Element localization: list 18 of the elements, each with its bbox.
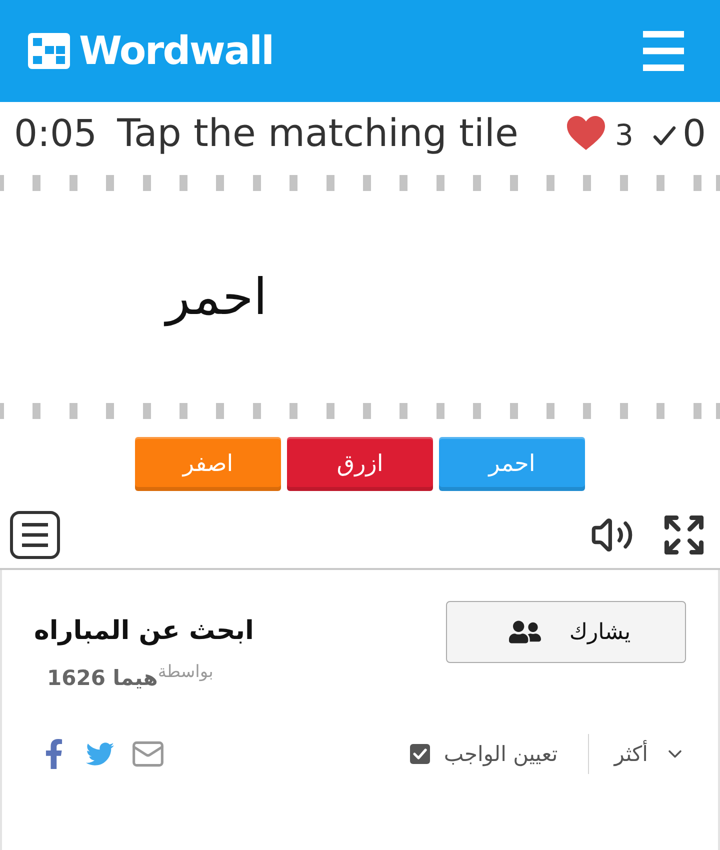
- check-icon: [653, 126, 676, 146]
- share-button[interactable]: يشارك: [446, 601, 686, 663]
- twitter-icon[interactable]: [86, 740, 114, 768]
- prompt-word: احمر: [166, 268, 268, 326]
- activity-title: ابحث عن المباراه: [34, 616, 254, 646]
- assign-label[interactable]: تعيين الواجب: [444, 742, 558, 766]
- heart-icon: [567, 116, 605, 150]
- lives-count: 3: [615, 118, 634, 152]
- author-credit: $^{بواسطة}$هيما 1626: [47, 662, 214, 690]
- score-count: 0: [682, 112, 706, 154]
- instruction-text: Tap the matching tile: [117, 111, 518, 155]
- assign-checkbox[interactable]: [410, 744, 430, 764]
- answer-tile[interactable]: ازرق: [287, 437, 433, 491]
- logo-icon: [28, 33, 70, 69]
- timer-text: 0:05: [14, 112, 98, 154]
- more-button[interactable]: أكثر: [614, 742, 686, 766]
- menu-icon[interactable]: [10, 511, 60, 559]
- logo-text: Wordwall: [79, 28, 274, 74]
